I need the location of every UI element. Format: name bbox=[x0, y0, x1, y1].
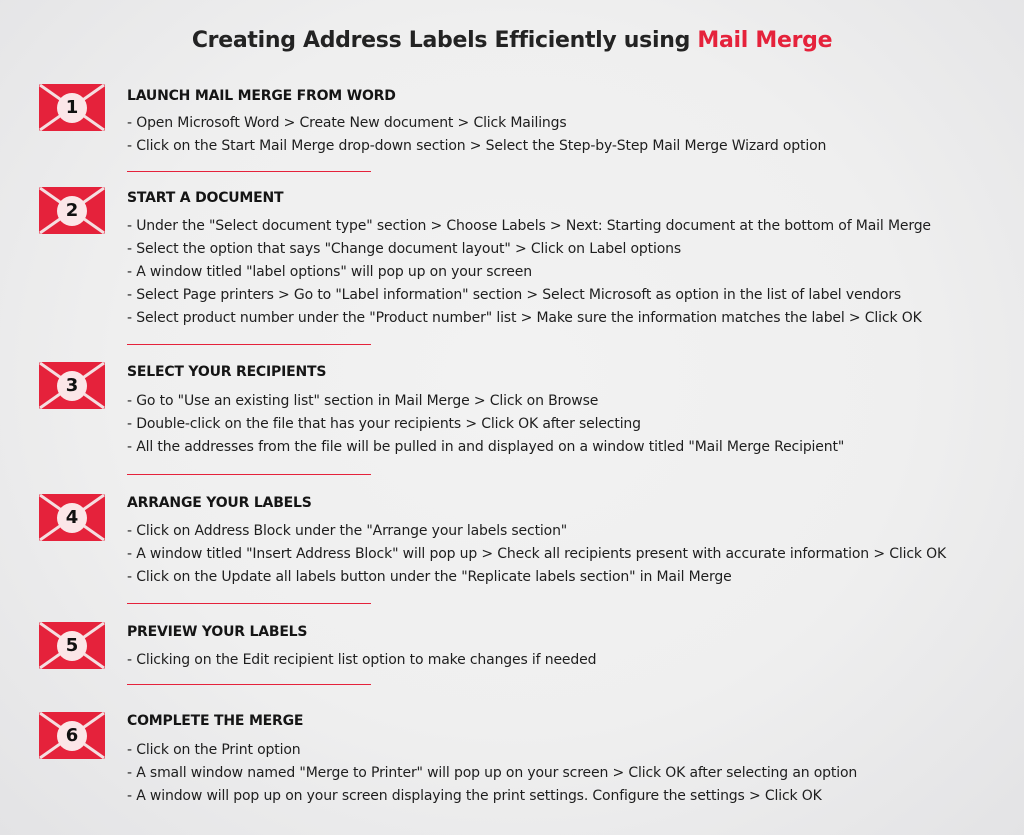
instruction-line: - A small window named "Merge to Printer… bbox=[127, 765, 858, 781]
section-divider bbox=[127, 344, 371, 345]
step-heading: COMPLETE THE MERGE bbox=[127, 713, 304, 729]
instruction-line: - Clicking on the Edit recipient list op… bbox=[127, 652, 597, 668]
title-main: Creating Address Labels Efficiently usin… bbox=[191, 28, 698, 53]
step-instructions: - Click on the Print option - A small win… bbox=[127, 739, 857, 808]
envelope-icon: 2 bbox=[39, 187, 105, 234]
step-instructions: - Under the "Select document type" secti… bbox=[127, 215, 931, 330]
step-number: 4 bbox=[65, 507, 79, 528]
instruction-line: - Click on the Update all labels button … bbox=[127, 569, 732, 585]
title-accent: Mail Merge bbox=[697, 28, 833, 53]
instruction-line: - Click on the Start Mail Merge drop-dow… bbox=[127, 138, 827, 154]
step-number: 2 bbox=[65, 200, 79, 221]
step-heading: ARRANGE YOUR LABELS bbox=[127, 495, 312, 511]
instruction-line: - Select the option that says "Change do… bbox=[127, 241, 682, 257]
step-instructions: - Open Microsoft Word > Create New docum… bbox=[127, 112, 826, 158]
step-heading: LAUNCH MAIL MERGE FROM WORD bbox=[127, 88, 396, 104]
step-number: 6 bbox=[65, 725, 79, 746]
section-divider bbox=[127, 474, 371, 475]
instruction-line: - All the addresses from the file will b… bbox=[127, 439, 845, 455]
envelope-icon: 6 bbox=[39, 712, 105, 759]
envelope-icon: 1 bbox=[39, 84, 105, 131]
instruction-line: - Open Microsoft Word > Create New docum… bbox=[127, 115, 567, 131]
instruction-line: - A window titled "Insert Address Block"… bbox=[127, 546, 947, 562]
instruction-line: - Click on Address Block under the "Arra… bbox=[127, 523, 568, 539]
step-instructions: - Click on Address Block under the "Arra… bbox=[127, 520, 946, 589]
step-heading: PREVIEW YOUR LABELS bbox=[127, 624, 308, 640]
instruction-line: - A window will pop up on your screen di… bbox=[127, 788, 822, 804]
page-title: Creating Address Labels Efficiently usin… bbox=[0, 28, 1024, 53]
envelope-icon: 4 bbox=[39, 494, 105, 541]
instruction-line: - Click on the Print option bbox=[127, 742, 301, 758]
instruction-line: - Select Page printers > Go to "Label in… bbox=[127, 287, 902, 303]
instruction-line: - Select product number under the "Produ… bbox=[127, 310, 922, 326]
instruction-line: - Go to "Use an existing list" section i… bbox=[127, 393, 599, 409]
instruction-line: - Double-click on the file that has your… bbox=[127, 416, 641, 432]
section-divider bbox=[127, 684, 371, 685]
instruction-line: - Under the "Select document type" secti… bbox=[127, 218, 931, 234]
step-instructions: - Go to "Use an existing list" section i… bbox=[127, 390, 844, 459]
envelope-icon: 5 bbox=[39, 622, 105, 669]
step-heading: SELECT YOUR RECIPIENTS bbox=[127, 364, 327, 380]
step-number: 5 bbox=[65, 635, 79, 656]
section-divider bbox=[127, 171, 371, 172]
step-heading: START A DOCUMENT bbox=[127, 190, 284, 206]
step-number: 3 bbox=[65, 375, 79, 396]
instruction-line: - A window titled "label options" will p… bbox=[127, 264, 532, 280]
step-number: 1 bbox=[65, 97, 79, 118]
envelope-icon: 3 bbox=[39, 362, 105, 409]
section-divider bbox=[127, 603, 371, 604]
step-instructions: - Clicking on the Edit recipient list op… bbox=[127, 649, 596, 672]
